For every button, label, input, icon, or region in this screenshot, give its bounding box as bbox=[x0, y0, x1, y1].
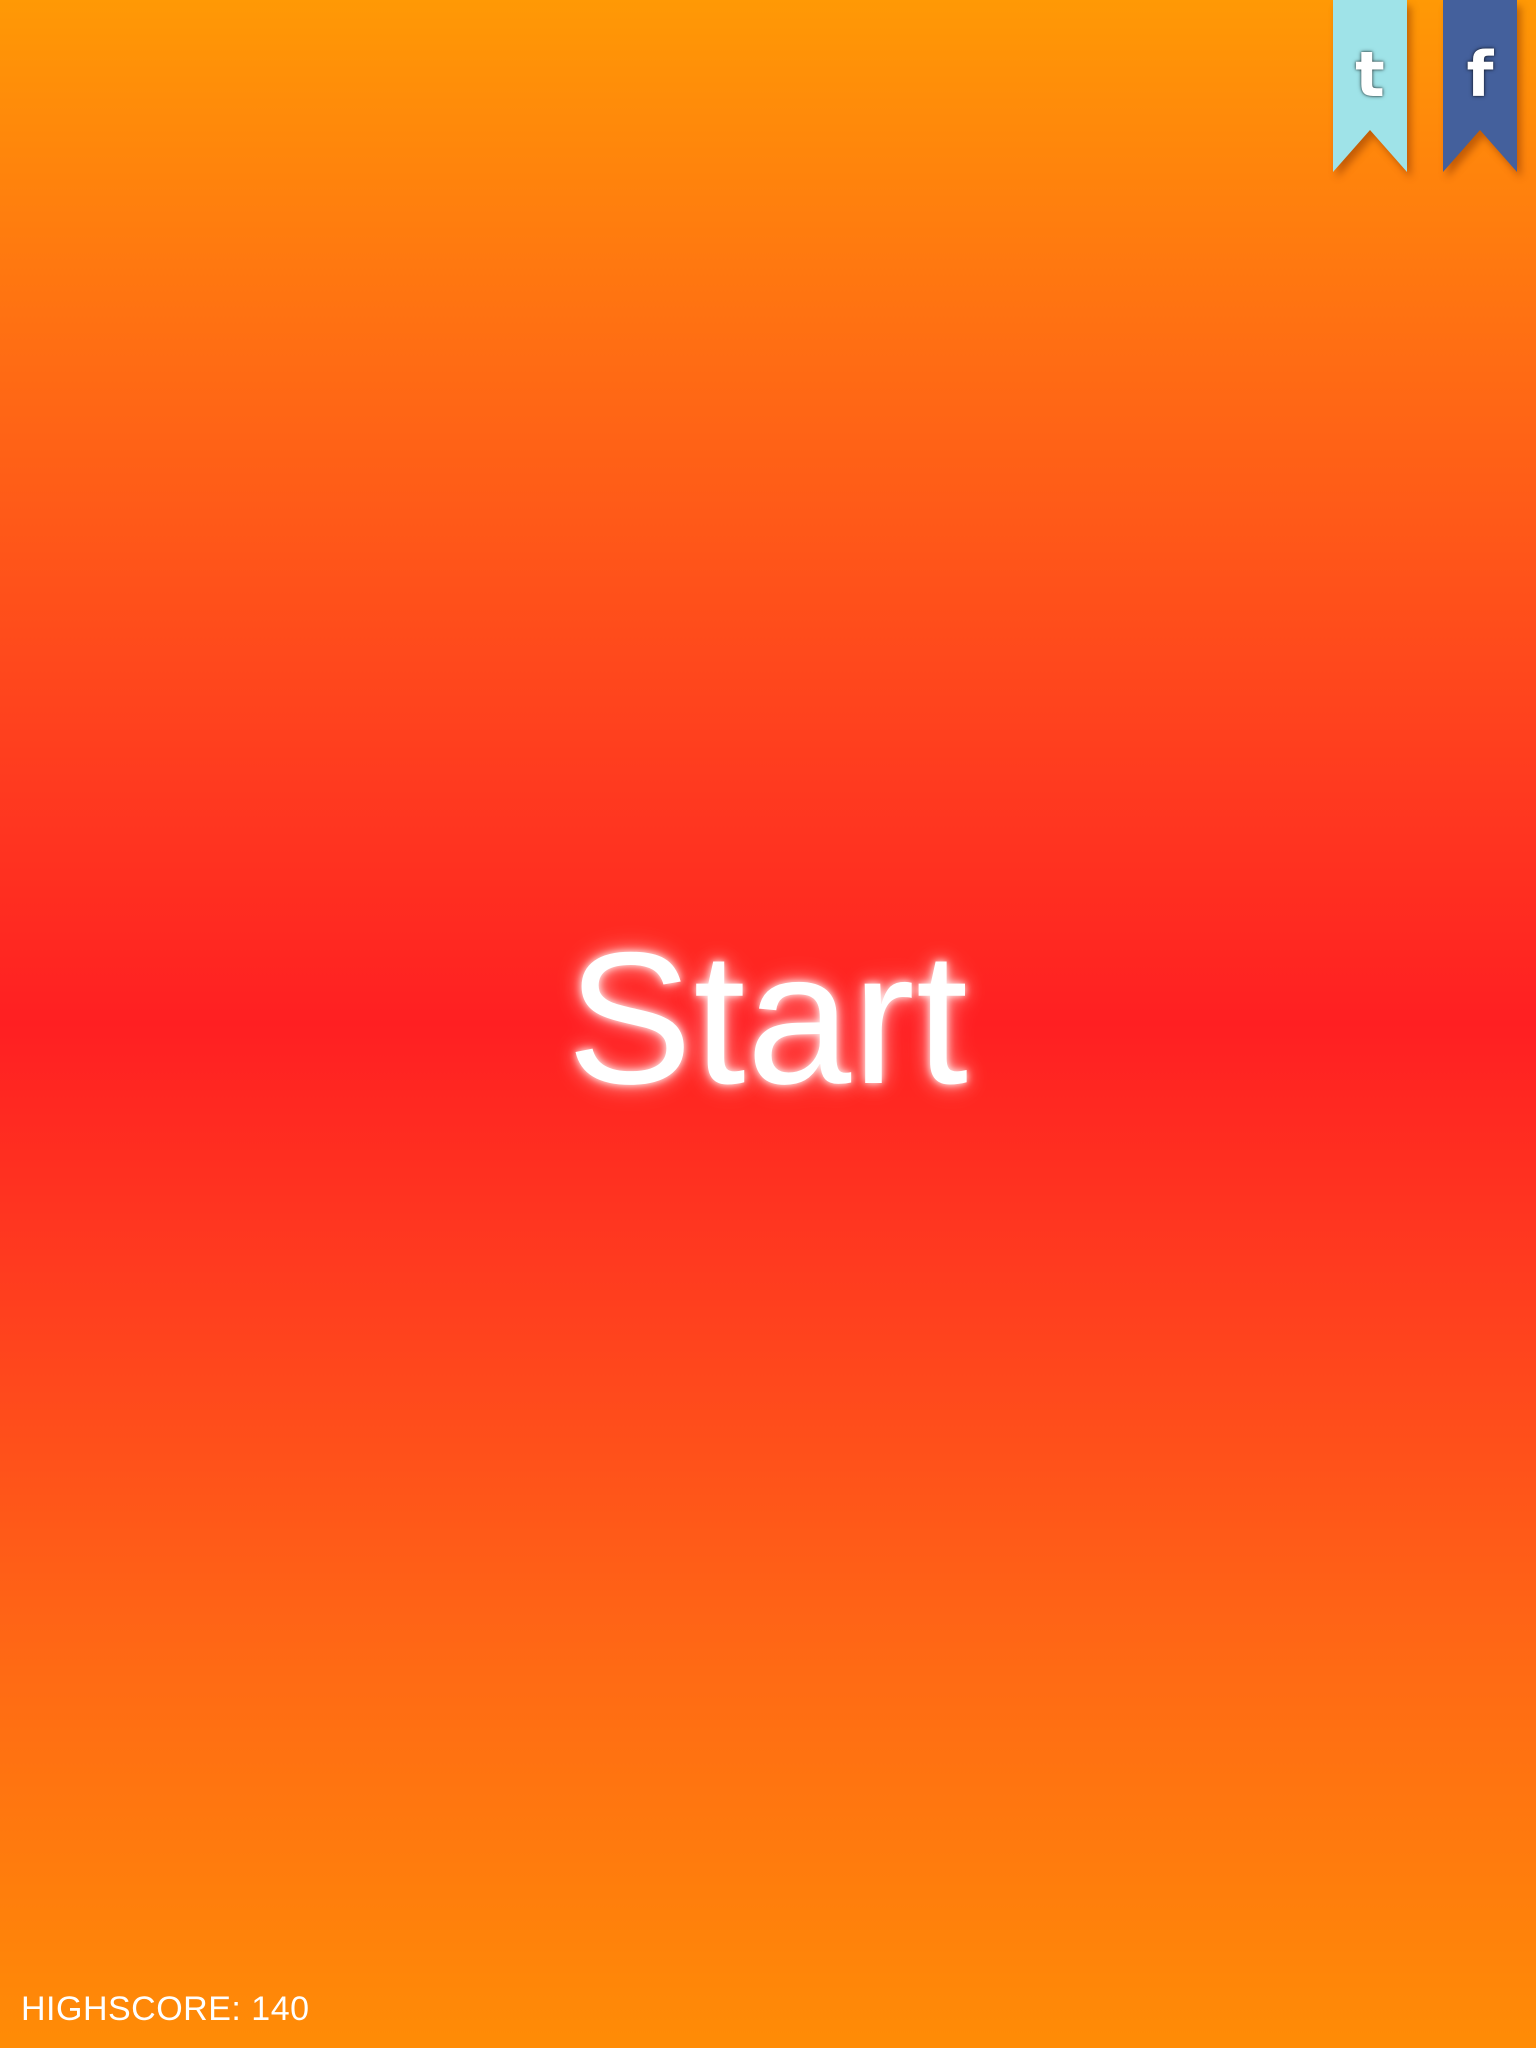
start-button[interactable]: Start bbox=[0, 915, 1536, 1122]
tumblr-icon: t bbox=[1355, 38, 1385, 111]
tumblr-share-button[interactable]: t bbox=[1333, 0, 1407, 172]
highscore-label: HIGHSCORE: 140 bbox=[21, 1990, 310, 2028]
facebook-icon: f bbox=[1466, 38, 1494, 111]
game-start-screen: t f Start HIGHSCORE: 140 bbox=[0, 0, 1536, 2048]
facebook-share-button[interactable]: f bbox=[1443, 0, 1517, 172]
